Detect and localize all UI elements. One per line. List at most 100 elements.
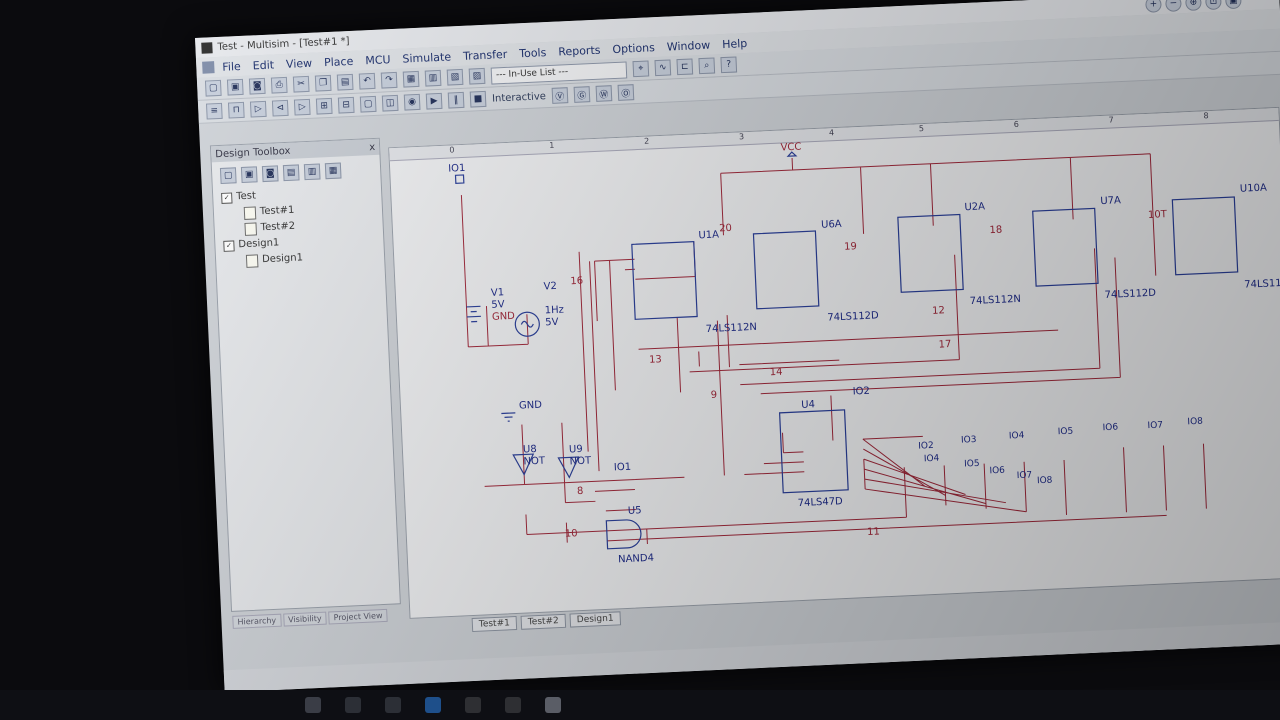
u6a-body[interactable] xyxy=(752,230,820,310)
redo-icon[interactable]: ↷ xyxy=(380,71,398,89)
probe-icon[interactable]: ⌖ xyxy=(632,60,650,78)
properties-icon[interactable]: ▦ xyxy=(324,162,342,180)
analog-component-icon[interactable]: ▷ xyxy=(293,98,311,116)
oscilloscope-icon[interactable]: ∿ xyxy=(654,59,672,77)
tab-hierarchy[interactable]: Hierarchy xyxy=(232,613,282,629)
open-design-icon[interactable]: ▣ xyxy=(240,166,258,184)
tab-test2[interactable]: Test#2 xyxy=(520,613,567,630)
search-icon[interactable] xyxy=(345,697,361,713)
u7a-body[interactable] xyxy=(1032,207,1099,287)
menu-transfer[interactable]: Transfer xyxy=(463,47,508,62)
u7a-part: 74LS112D xyxy=(1104,288,1156,301)
pause-icon[interactable]: ‖ xyxy=(447,91,465,109)
play-icon[interactable]: ▶ xyxy=(425,92,443,110)
print-icon[interactable]: ⎙ xyxy=(270,76,288,94)
indicator-component-icon[interactable]: ◉ xyxy=(403,93,421,111)
u2a-part: 74LS112N xyxy=(970,294,1022,307)
menu-place[interactable]: Place xyxy=(324,54,354,68)
cmos-component-icon[interactable]: ⊟ xyxy=(337,96,355,114)
grapher-icon[interactable]: ▦ xyxy=(402,70,420,88)
toolbox-tabs: Hierarchy Visibility Project View xyxy=(232,608,388,629)
zoom-fit-icon[interactable]: ⊡ xyxy=(1205,0,1222,11)
misc-digital-icon[interactable]: ▢ xyxy=(359,95,377,113)
menu-view[interactable]: View xyxy=(286,56,313,70)
u1a-part: 74LS112N xyxy=(706,322,758,335)
u10a-body[interactable] xyxy=(1171,196,1239,276)
undo-icon[interactable]: ↶ xyxy=(358,72,376,90)
store-icon[interactable] xyxy=(505,697,521,713)
cut-icon[interactable]: ✂ xyxy=(292,75,310,93)
transistor-component-icon[interactable]: ⊲ xyxy=(271,99,289,117)
basic-component-icon[interactable]: ⊓ xyxy=(227,101,245,119)
diode-component-icon[interactable]: ▷ xyxy=(249,100,267,118)
open-file-icon[interactable]: ▣ xyxy=(226,78,244,96)
logic-analyzer-icon[interactable]: ⊏ xyxy=(676,58,694,76)
zoom-out-icon[interactable]: − xyxy=(1165,0,1182,12)
tab-test1[interactable]: Test#1 xyxy=(471,616,518,633)
new-sheet-icon[interactable]: ▤ xyxy=(282,164,300,182)
spreadsheet-icon[interactable]: ▥ xyxy=(424,69,442,87)
tab-visibility[interactable]: Visibility xyxy=(282,611,327,627)
u4-body[interactable] xyxy=(778,409,849,494)
inuse-list-select[interactable]: --- In-Use List --- xyxy=(490,60,628,85)
net-14: 14 xyxy=(770,367,783,379)
source-component-icon[interactable]: ≡ xyxy=(205,102,223,120)
menu-options[interactable]: Options xyxy=(612,41,655,56)
zoom-area-icon[interactable]: ⊕ xyxy=(1185,0,1202,12)
tab-design1[interactable]: Design1 xyxy=(569,611,621,628)
ttl-component-icon[interactable]: ⊞ xyxy=(315,97,333,115)
mixed-component-icon[interactable]: ◫ xyxy=(381,94,399,112)
stop-icon[interactable]: ■ xyxy=(469,90,487,108)
menu-mcu[interactable]: MCU xyxy=(365,53,391,67)
u2a-ref: U2A xyxy=(964,201,985,213)
u1a-body[interactable] xyxy=(631,240,698,320)
new-design-icon[interactable]: ▢ xyxy=(219,167,237,184)
instrument-scope-icon[interactable]: Ⓞ xyxy=(617,84,635,101)
checkbox-icon[interactable]: ✓ xyxy=(223,239,235,252)
edge-browser-icon[interactable] xyxy=(425,697,441,713)
copy-icon[interactable]: ❐ xyxy=(314,74,332,92)
status-bar xyxy=(223,620,1280,693)
instrument-wattmeter-icon[interactable]: Ⓦ xyxy=(595,85,613,102)
menu-file[interactable]: File xyxy=(222,59,241,73)
instrument-generator-icon[interactable]: Ⓖ xyxy=(573,86,591,103)
menu-app-icon[interactable] xyxy=(202,61,215,74)
ruler-mark: 0 xyxy=(449,145,455,155)
new-file-icon[interactable]: ▢ xyxy=(204,79,222,97)
interactive-mode-label[interactable]: Interactive xyxy=(492,91,546,104)
checkbox-icon[interactable]: ✓ xyxy=(221,191,233,204)
menu-help[interactable]: Help xyxy=(722,36,748,50)
menu-edit[interactable]: Edit xyxy=(252,58,274,72)
schematic-drawing: VCC IO1 V1 5V GND V2 1Hz 5V GND U1A 74LS… xyxy=(448,142,1280,566)
tab-project-view[interactable]: Project View xyxy=(328,608,388,625)
io4-probe: IO4 xyxy=(1009,431,1025,442)
paste-icon[interactable]: ▤ xyxy=(336,73,354,91)
save-icon[interactable]: ◙ xyxy=(248,77,266,95)
multisim-taskbar-icon[interactable] xyxy=(545,697,561,713)
menu-tools[interactable]: Tools xyxy=(519,46,547,60)
menu-window[interactable]: Window xyxy=(667,38,711,53)
u4-part: 74LS47D xyxy=(797,496,843,509)
u5-gate[interactable] xyxy=(605,519,642,550)
schematic-canvas[interactable]: 0 1 2 3 4 5 6 7 8 VCC IO1 V1 5V GND V2 1… xyxy=(388,106,1280,619)
database-icon[interactable]: ▧ xyxy=(446,68,464,86)
menu-simulate[interactable]: Simulate xyxy=(402,50,451,65)
u2a-body[interactable] xyxy=(897,213,964,293)
close-icon[interactable]: x xyxy=(369,141,375,152)
component-wizard-icon[interactable]: ▨ xyxy=(468,67,486,85)
help-icon[interactable]: ? xyxy=(720,56,738,74)
save-design-icon[interactable]: ◙ xyxy=(261,165,279,183)
start-icon[interactable] xyxy=(305,697,321,713)
menu-reports[interactable]: Reports xyxy=(558,43,601,58)
instrument-multimeter-icon[interactable]: Ⓥ xyxy=(551,87,569,104)
u6a-part: 74LS112D xyxy=(827,310,879,323)
delete-sheet-icon[interactable]: ▥ xyxy=(303,163,321,181)
file-explorer-icon[interactable] xyxy=(465,697,481,713)
zoom-in-icon[interactable]: + xyxy=(1145,0,1162,13)
io-probe-labels: IO2 IO3 IO4 IO5 IO6 IO7 IO8 IO4 IO5 IO6 … xyxy=(918,417,1203,487)
io5-probe-b: IO5 xyxy=(964,459,980,470)
io1-label: IO1 xyxy=(448,163,466,175)
task-view-icon[interactable] xyxy=(385,697,401,713)
search-icon[interactable]: ⌕ xyxy=(698,57,716,75)
full-screen-icon[interactable]: ▣ xyxy=(1225,0,1242,10)
